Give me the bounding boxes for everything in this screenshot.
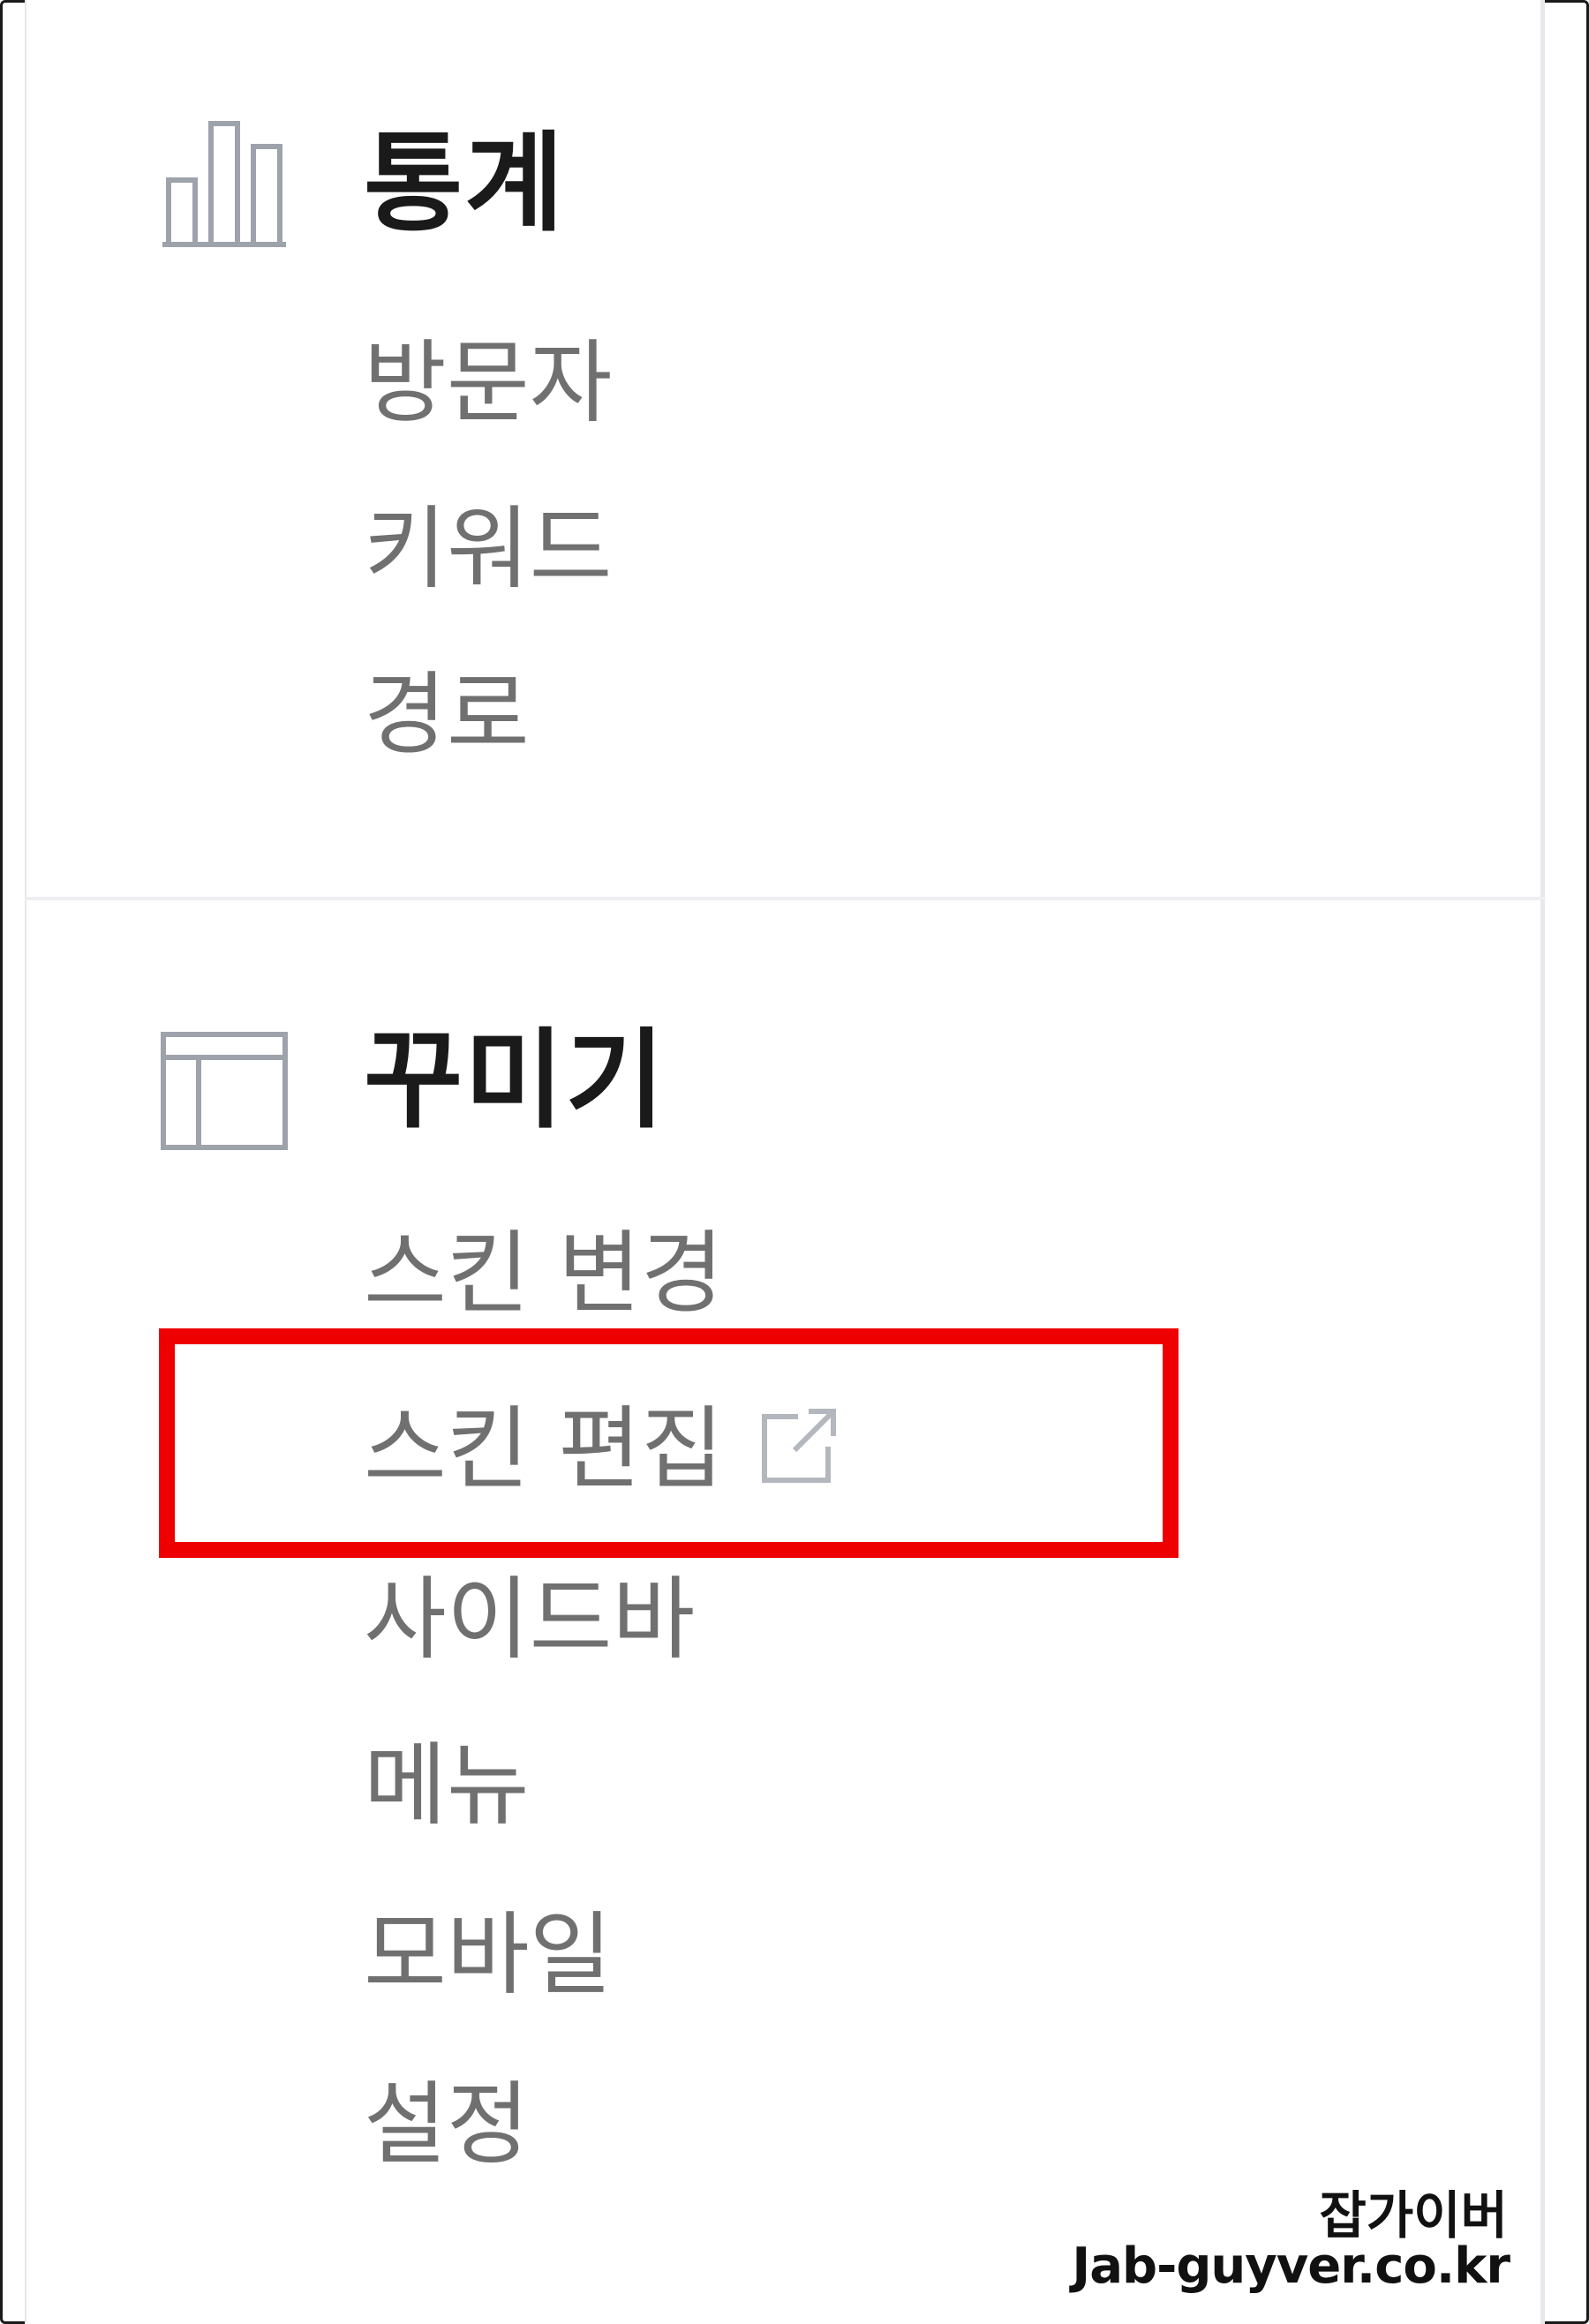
bar-chart-icon [162, 121, 286, 247]
section-title-stats: 통계 [364, 121, 566, 246]
admin-sidebar-menu [25, 0, 1545, 2324]
menu-item-sidebar[interactable]: 사이드바 [364, 1576, 695, 1666]
menu-item-mobile[interactable]: 모바일 [364, 1911, 613, 2001]
section-divider [25, 897, 1545, 900]
section-title-customize: 꾸미기 [364, 1018, 666, 1143]
menu-item-settings[interactable]: 설정 [364, 2080, 530, 2170]
menu-item-referrers[interactable]: 경로 [364, 671, 530, 761]
layout-icon [161, 1032, 288, 1150]
watermark-site: Jab-guyver.co.kr [1072, 2238, 1510, 2295]
menu-item-change-skin[interactable]: 스킨 변경 [364, 1230, 724, 1320]
highlight-box [159, 1328, 1179, 1558]
menu-item-menu[interactable]: 메뉴 [364, 1741, 530, 1831]
menu-item-keywords[interactable]: 키워드 [364, 505, 613, 595]
menu-item-visitors[interactable]: 방문자 [364, 339, 613, 429]
